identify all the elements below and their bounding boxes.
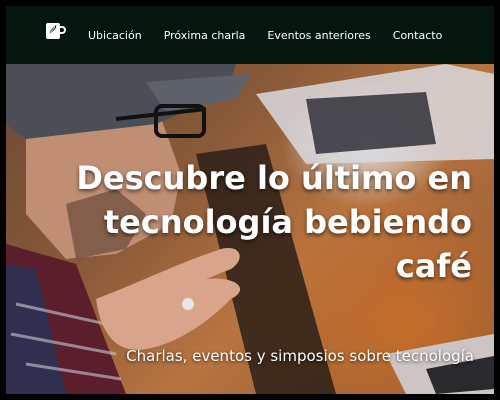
nav-item-contacto[interactable]: Contacto: [393, 29, 443, 42]
nav-item-ubicacion[interactable]: Ubicación: [88, 29, 142, 42]
nav-item-proxima-charla[interactable]: Próxima charla: [164, 29, 246, 42]
nav-item-eventos-anteriores[interactable]: Eventos anteriores: [267, 29, 370, 42]
hero-subtitle: Charlas, eventos y simposios sobre tecno…: [126, 347, 474, 365]
hero-title-line-1: Descubre lo último en: [76, 159, 472, 197]
hero-title-line-3: café: [395, 247, 472, 285]
page-frame: Ubicación Próxima charla Eventos anterio…: [0, 0, 500, 400]
hero-title: Descubre lo último en tecnología bebiend…: [32, 156, 472, 288]
hero-title-line-2: tecnología bebiendo: [103, 203, 472, 241]
hero-banner: Descubre lo último en tecnología bebiend…: [6, 64, 494, 394]
coffee-cup-icon[interactable]: [44, 20, 66, 42]
top-navbar: Ubicación Próxima charla Eventos anterio…: [6, 6, 494, 64]
nav-links: Ubicación Próxima charla Eventos anterio…: [88, 6, 464, 64]
